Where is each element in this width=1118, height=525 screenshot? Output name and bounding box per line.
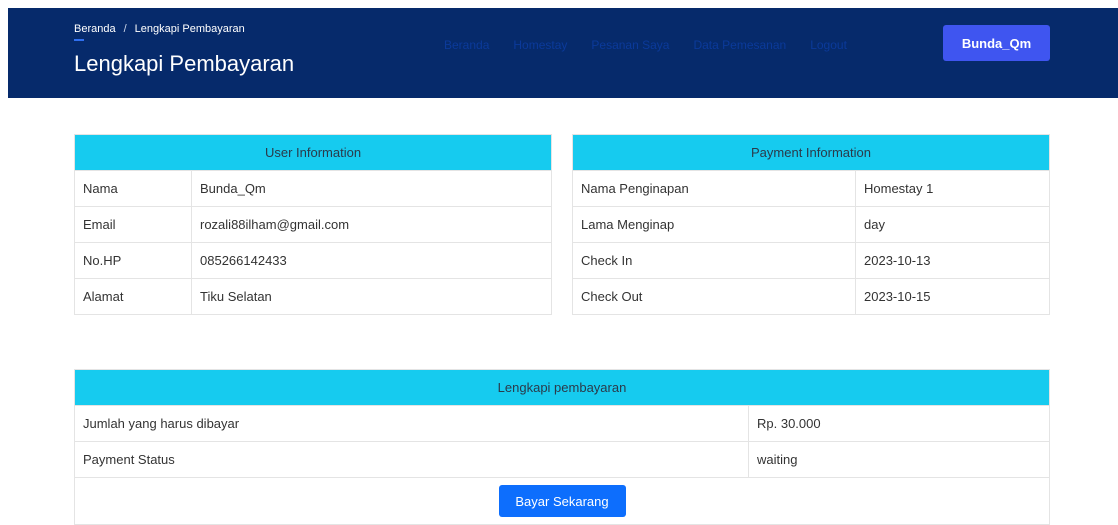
check-out-value: 2023-10-15 bbox=[855, 278, 1050, 315]
phone-value: 085266142433 bbox=[191, 242, 552, 279]
page-header: Beranda / Lengkapi Pembayaran Lengkapi Pem… bbox=[8, 8, 1118, 98]
amount-due-label: Jumlah yang harus dibayar bbox=[74, 405, 749, 442]
table-row: Jumlah yang harus dibayar Rp. 30.000 bbox=[74, 405, 1050, 442]
table-row: Payment Status waiting bbox=[74, 441, 1050, 478]
nama-penginapan-label: Nama Penginapan bbox=[572, 170, 856, 207]
alamat-label: Alamat bbox=[74, 278, 192, 315]
user-information-table: User Information Nama Bunda_Qm Email roz… bbox=[74, 134, 552, 315]
lama-menginap-label: Lama Menginap bbox=[572, 206, 856, 243]
amount-due-value: Rp. 30.000 bbox=[748, 405, 1050, 442]
table-row: Nama Bunda_Qm bbox=[74, 170, 552, 207]
payment-information-heading: Payment Information bbox=[572, 134, 1050, 171]
email-value: rozali88ilham@gmail.com bbox=[191, 206, 552, 243]
breadcrumb-underline bbox=[74, 39, 84, 41]
nama-value: Bunda_Qm bbox=[191, 170, 552, 207]
lama-menginap-value: day bbox=[855, 206, 1050, 243]
table-row: Lama Menginap day bbox=[572, 206, 1050, 243]
check-in-label: Check In bbox=[572, 242, 856, 279]
table-row: Nama Penginapan Homestay 1 bbox=[572, 170, 1050, 207]
table-row: Check In 2023-10-13 bbox=[572, 242, 1050, 279]
table-row: Email rozali88ilham@gmail.com bbox=[74, 206, 552, 243]
user-account-button[interactable]: Bunda_Qm bbox=[943, 25, 1050, 61]
table-row: No.HP 085266142433 bbox=[74, 242, 552, 279]
user-information-heading: User Information bbox=[74, 134, 552, 171]
table-row: Bayar Sekarang bbox=[74, 477, 1050, 525]
top-navigation: Beranda Homestay Pesanan Saya Data Pemes… bbox=[444, 38, 847, 52]
payment-information-table: Payment Information Nama Penginapan Home… bbox=[572, 134, 1050, 315]
breadcrumb-current: Lengkapi Pembayaran bbox=[134, 23, 245, 35]
nav-item-pesanan-saya[interactable]: Pesanan Saya bbox=[591, 38, 669, 52]
breadcrumb-separator: / bbox=[123, 23, 127, 35]
nav-item-logout[interactable]: Logout bbox=[810, 38, 847, 52]
nama-label: Nama bbox=[74, 170, 192, 207]
pay-now-button[interactable]: Bayar Sekarang bbox=[498, 485, 626, 517]
page-title: Lengkapi Pembayaran bbox=[74, 51, 295, 76]
payment-status-value: waiting bbox=[748, 441, 1050, 478]
nav-item-homestay[interactable]: Homestay bbox=[513, 38, 567, 52]
breadcrumb: Beranda / Lengkapi Pembayaran bbox=[74, 23, 245, 35]
payment-status-label: Payment Status bbox=[74, 441, 749, 478]
billing-table: Lengkapi pembayaran Jumlah yang harus di… bbox=[74, 369, 1050, 525]
pay-button-cell: Bayar Sekarang bbox=[74, 477, 1050, 525]
check-out-label: Check Out bbox=[572, 278, 856, 315]
check-in-value: 2023-10-13 bbox=[855, 242, 1050, 279]
nama-penginapan-value: Homestay 1 bbox=[855, 170, 1050, 207]
nav-item-beranda[interactable]: Beranda bbox=[444, 38, 489, 52]
email-label: Email bbox=[74, 206, 192, 243]
phone-label: No.HP bbox=[74, 242, 192, 279]
table-row: Check Out 2023-10-15 bbox=[572, 278, 1050, 315]
alamat-value: Tiku Selatan bbox=[191, 278, 552, 315]
nav-item-data-pemesanan[interactable]: Data Pemesanan bbox=[693, 38, 786, 52]
table-row: Alamat Tiku Selatan bbox=[74, 278, 552, 315]
billing-heading: Lengkapi pembayaran bbox=[74, 369, 1050, 406]
breadcrumb-home-link[interactable]: Beranda bbox=[74, 23, 116, 35]
